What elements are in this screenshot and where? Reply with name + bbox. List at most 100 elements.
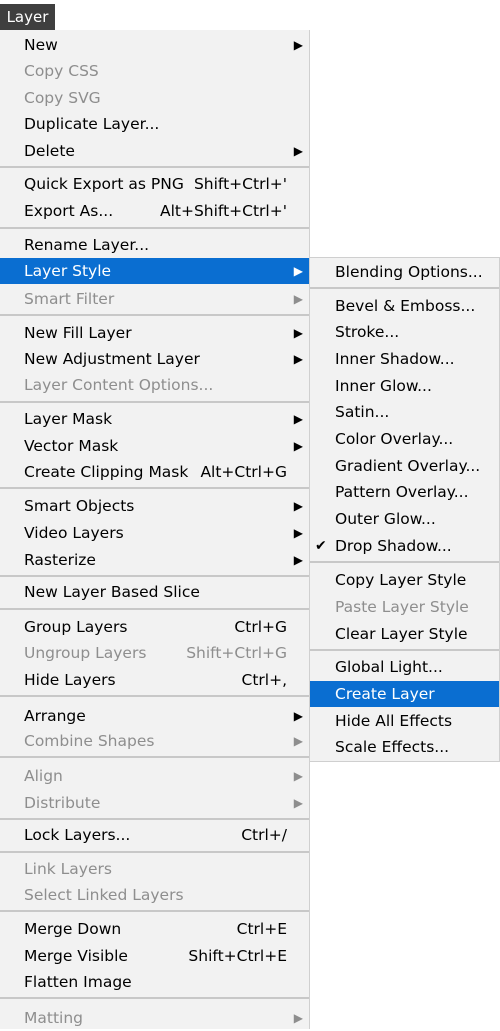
menu-item-smart-objects[interactable]: Smart Objects ▶ xyxy=(0,493,309,519)
menu-item-create-layer[interactable]: Create Layer xyxy=(310,681,499,707)
menu-separator xyxy=(310,287,499,289)
menu-item-label: Copy Layer Style xyxy=(335,571,467,589)
submenu-arrow-icon: ▶ xyxy=(293,796,303,810)
menu-item-shortcut: Ctrl+G xyxy=(234,618,287,636)
menu-separator xyxy=(310,561,499,563)
menu-item-label: Flatten Image xyxy=(24,973,132,991)
menu-item-arrange[interactable]: Arrange ▶ xyxy=(0,703,309,729)
menu-item-label: Merge Visible xyxy=(24,947,128,965)
submenu-arrow-icon: ▶ xyxy=(293,734,303,748)
menu-item-scale-effects[interactable]: Scale Effects... xyxy=(310,734,499,760)
layer-menu-title[interactable]: Layer xyxy=(0,4,55,30)
menu-item-pattern-overlay[interactable]: Pattern Overlay... xyxy=(310,479,499,505)
menu-item-label: Gradient Overlay... xyxy=(335,457,481,475)
menu-item-vector-mask[interactable]: Vector Mask ▶ xyxy=(0,433,309,459)
menu-item-rename-layer[interactable]: Rename Layer... xyxy=(0,232,309,258)
menu-item-create-clipping-mask[interactable]: Create Clipping Mask Alt+Ctrl+G xyxy=(0,459,309,485)
menu-item-label: Hide Layers xyxy=(24,671,116,689)
menu-item-label: New xyxy=(24,36,58,54)
menu-item-label: Smart Filter xyxy=(24,290,115,308)
menu-item-paste-layer-style[interactable]: Paste Layer Style xyxy=(310,594,499,620)
menu-item-layer-style[interactable]: Layer Style ▶ xyxy=(0,258,309,284)
menu-item-label: Bevel & Emboss... xyxy=(335,297,476,315)
menu-item-label: Blending Options... xyxy=(335,263,483,281)
menu-item-label: Group Layers xyxy=(24,618,128,636)
menu-item-hide-layers[interactable]: Hide Layers Ctrl+, xyxy=(0,667,309,693)
menu-item-shortcut: Shift+Ctrl+G xyxy=(186,644,287,662)
menu-separator xyxy=(0,227,309,229)
menu-item-quick-export-png[interactable]: Quick Export as PNG Shift+Ctrl+' xyxy=(0,171,309,197)
menu-item-flatten-image[interactable]: Flatten Image xyxy=(0,969,309,995)
menu-item-shortcut: Ctrl+E xyxy=(236,920,287,938)
menu-item-layer-mask[interactable]: Layer Mask ▶ xyxy=(0,406,309,432)
menu-item-combine-shapes[interactable]: Combine Shapes ▶ xyxy=(0,728,309,754)
menu-item-group-layers[interactable]: Group Layers Ctrl+G xyxy=(0,614,309,640)
menu-item-copy-svg[interactable]: Copy SVG xyxy=(0,85,309,111)
menu-item-lock-layers[interactable]: Lock Layers... Ctrl+/ xyxy=(0,822,309,848)
menu-item-label: Copy CSS xyxy=(24,62,99,80)
menu-item-new-layer-based-slice[interactable]: New Layer Based Slice xyxy=(0,579,309,605)
submenu-arrow-icon: ▶ xyxy=(293,553,303,567)
menu-item-new[interactable]: New ▶ xyxy=(0,32,309,58)
menu-item-bevel-emboss[interactable]: Bevel & Emboss... xyxy=(310,293,499,319)
menu-item-inner-shadow[interactable]: Inner Shadow... xyxy=(310,346,499,372)
menu-item-label: Scale Effects... xyxy=(335,738,450,756)
menu-item-video-layers[interactable]: Video Layers ▶ xyxy=(0,520,309,546)
menu-item-new-fill-layer[interactable]: New Fill Layer ▶ xyxy=(0,320,309,346)
menu-separator xyxy=(0,608,309,610)
menu-item-merge-down[interactable]: Merge Down Ctrl+E xyxy=(0,916,309,942)
menu-item-layer-content-options[interactable]: Layer Content Options... xyxy=(0,372,309,398)
menu-separator xyxy=(0,401,309,403)
menu-item-blending-options[interactable]: Blending Options... xyxy=(310,259,499,285)
menu-item-color-overlay[interactable]: Color Overlay... xyxy=(310,426,499,452)
menu-item-label: Pattern Overlay... xyxy=(335,483,469,501)
submenu-arrow-icon: ▶ xyxy=(293,38,303,52)
menu-item-label: Export As... xyxy=(24,202,114,220)
menu-item-stroke[interactable]: Stroke... xyxy=(310,319,499,345)
menu-item-copy-layer-style[interactable]: Copy Layer Style xyxy=(310,567,499,593)
menu-item-ungroup-layers[interactable]: Ungroup Layers Shift+Ctrl+G xyxy=(0,640,309,666)
menu-item-shortcut: Alt+Shift+Ctrl+' xyxy=(159,202,287,220)
menu-item-label: Rename Layer... xyxy=(24,236,150,254)
menu-item-export-as[interactable]: Export As... Alt+Shift+Ctrl+' xyxy=(0,198,309,224)
menu-item-rasterize[interactable]: Rasterize ▶ xyxy=(0,547,309,573)
submenu-arrow-icon: ▶ xyxy=(293,1011,303,1025)
menu-item-new-adjustment-layer[interactable]: New Adjustment Layer ▶ xyxy=(0,346,309,372)
menu-item-matting[interactable]: Matting ▶ xyxy=(0,1005,309,1031)
menu-item-label: Distribute xyxy=(24,794,101,812)
menu-separator xyxy=(0,695,309,697)
menu-item-inner-glow[interactable]: Inner Glow... xyxy=(310,373,499,399)
menu-item-label: Inner Shadow... xyxy=(335,350,455,368)
menu-item-label: Link Layers xyxy=(24,860,112,878)
menu-item-label: New Adjustment Layer xyxy=(24,350,200,368)
menu-item-merge-visible[interactable]: Merge Visible Shift+Ctrl+E xyxy=(0,943,309,969)
menu-item-label: Quick Export as PNG xyxy=(24,175,184,193)
menu-item-label: Matting xyxy=(24,1009,83,1027)
menu-item-shortcut: Ctrl+, xyxy=(241,671,288,689)
menu-item-clear-layer-style[interactable]: Clear Layer Style xyxy=(310,621,499,647)
menu-item-copy-css[interactable]: Copy CSS xyxy=(0,58,309,84)
menu-item-label: Vector Mask xyxy=(24,437,119,455)
menu-item-align[interactable]: Align ▶ xyxy=(0,763,309,789)
menu-item-shortcut: Alt+Ctrl+G xyxy=(200,463,287,481)
menu-item-delete[interactable]: Delete ▶ xyxy=(0,138,309,164)
menu-item-drop-shadow[interactable]: ✔ Drop Shadow... xyxy=(310,533,499,559)
menu-item-outer-glow[interactable]: Outer Glow... xyxy=(310,506,499,532)
menu-item-select-linked-layers[interactable]: Select Linked Layers xyxy=(0,882,309,908)
menu-item-label: New Layer Based Slice xyxy=(24,583,200,601)
submenu-arrow-icon: ▶ xyxy=(293,326,303,340)
menu-item-label: Hide All Effects xyxy=(335,712,453,730)
menu-item-gradient-overlay[interactable]: Gradient Overlay... xyxy=(310,453,499,479)
menu-item-hide-all-effects[interactable]: Hide All Effects xyxy=(310,708,499,734)
menu-item-label: Create Layer xyxy=(335,685,435,703)
menu-item-link-layers[interactable]: Link Layers xyxy=(0,856,309,882)
menu-item-shortcut: Shift+Ctrl+E xyxy=(188,947,287,965)
menu-item-distribute[interactable]: Distribute ▶ xyxy=(0,790,309,816)
menu-item-satin[interactable]: Satin... xyxy=(310,399,499,425)
submenu-arrow-icon: ▶ xyxy=(293,352,303,366)
menu-item-global-light[interactable]: Global Light... xyxy=(310,654,499,680)
submenu-arrow-icon: ▶ xyxy=(293,709,303,723)
menu-item-duplicate-layer[interactable]: Duplicate Layer... xyxy=(0,111,309,137)
menu-item-label: Inner Glow... xyxy=(335,377,432,395)
menu-item-smart-filter[interactable]: Smart Filter ▶ xyxy=(0,286,309,312)
